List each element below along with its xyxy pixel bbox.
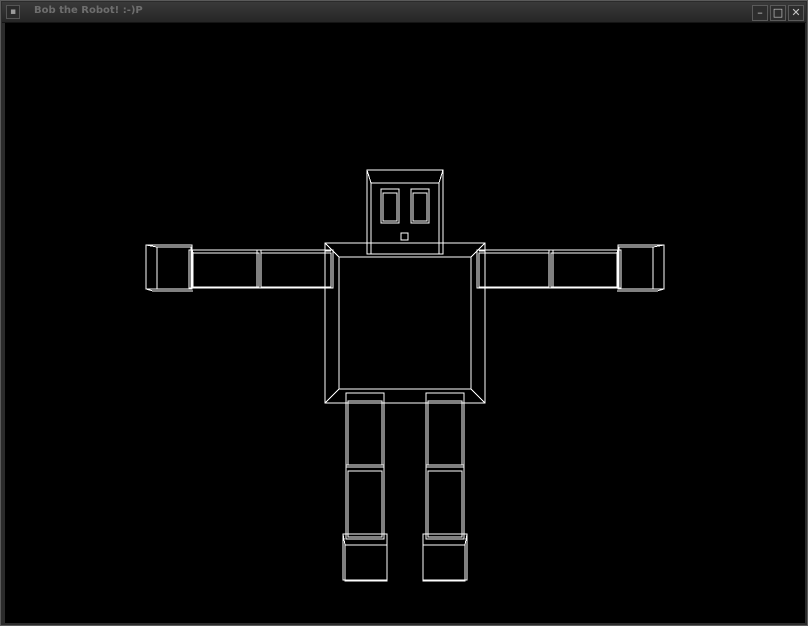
robot-left-arm bbox=[145, 244, 334, 292]
robot-right-hand bbox=[617, 244, 665, 290]
robot-head bbox=[366, 169, 444, 255]
robot-torso bbox=[324, 242, 486, 404]
robot-right-eye bbox=[410, 188, 430, 224]
title-bar[interactable]: ▪ Bob the Robot! :-)P – □ ✕ bbox=[2, 2, 806, 23]
robot-scene bbox=[145, 169, 665, 582]
robot-left-foot bbox=[342, 533, 388, 581]
robot-left-hand bbox=[145, 244, 193, 290]
robot-right-leg bbox=[422, 392, 468, 582]
robot-left-eye bbox=[380, 188, 400, 224]
window-menu-button[interactable]: ▪ bbox=[6, 5, 20, 19]
close-icon: ✕ bbox=[791, 6, 801, 19]
close-button[interactable]: ✕ bbox=[788, 5, 804, 21]
maximize-button[interactable]: □ bbox=[770, 5, 786, 21]
window-title: Bob the Robot! :-)P bbox=[34, 5, 143, 16]
robot-left-leg bbox=[342, 392, 388, 582]
render-viewport[interactable] bbox=[5, 23, 805, 623]
minimize-icon: – bbox=[757, 6, 763, 19]
robot-right-arm bbox=[476, 244, 665, 292]
robot-right-foot bbox=[422, 533, 468, 581]
maximize-icon: □ bbox=[772, 6, 784, 19]
app-window: ▪ Bob the Robot! :-)P – □ ✕ bbox=[0, 0, 808, 626]
window-menu-icon: ▪ bbox=[9, 7, 17, 17]
minimize-button[interactable]: – bbox=[752, 5, 768, 21]
robot-nose bbox=[400, 232, 409, 241]
